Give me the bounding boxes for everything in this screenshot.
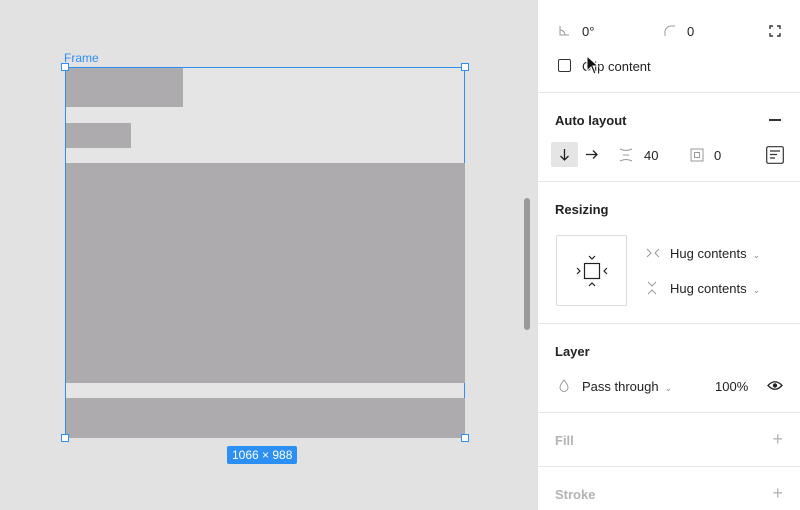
mouse-cursor-icon	[586, 55, 600, 75]
arrow-down-icon	[560, 149, 569, 161]
item-spacing-icon	[619, 148, 633, 162]
fill-section: Fill +	[538, 413, 800, 467]
horizontal-resizing-value: Hug contents	[670, 246, 747, 261]
alignment-settings-icon[interactable]	[766, 146, 784, 164]
corner-radius-icon	[664, 25, 675, 36]
placeholder-block[interactable]	[66, 123, 131, 148]
resize-handle-bottom-right[interactable]	[461, 434, 469, 442]
resizing-preview-box[interactable]	[556, 235, 627, 306]
independent-corners-icon[interactable]	[769, 25, 781, 37]
auto-layout-title: Auto layout	[555, 113, 627, 128]
stroke-title: Stroke	[555, 487, 596, 502]
resizing-title: Resizing	[555, 202, 609, 217]
item-spacing-value[interactable]: 40	[644, 148, 658, 163]
placeholder-block[interactable]	[66, 398, 465, 438]
frame-name-label[interactable]: Frame	[64, 51, 99, 65]
vertical-scrollbar[interactable]	[524, 198, 530, 330]
placeholder-block[interactable]	[66, 163, 465, 383]
chevron-down-icon: ⌄	[752, 250, 761, 260]
auto-layout-section: Auto layout 40 0	[538, 93, 800, 182]
resize-handle-bottom-left[interactable]	[61, 434, 69, 442]
design-panel: 0° 0 Clip content Auto layout 40 0 Resiz…	[537, 0, 800, 510]
blend-mode-drop-icon	[559, 379, 569, 392]
resizing-section: Resizing Hug contents ⌄ Hug contents ⌄	[538, 182, 800, 324]
direction-horizontal-arrow-icon[interactable]	[585, 149, 598, 160]
chevron-down-icon: ⌄	[752, 285, 761, 295]
stroke-section: Stroke +	[538, 467, 800, 510]
clip-content-checkbox[interactable]	[558, 59, 571, 72]
selected-frame[interactable]	[65, 67, 465, 438]
chevron-down-icon: ⌄	[664, 383, 673, 393]
padding-value[interactable]: 0	[714, 148, 721, 163]
blend-mode-value: Pass through	[582, 379, 659, 394]
resize-handle-top-right[interactable]	[461, 63, 469, 71]
add-fill-icon[interactable]: +	[772, 430, 783, 448]
horizontal-resizing-dropdown[interactable]: Hug contents ⌄	[670, 246, 760, 261]
frame-properties-section: 0° 0 Clip content	[538, 0, 800, 93]
eye-icon[interactable]	[767, 380, 783, 391]
remove-auto-layout-icon[interactable]	[769, 119, 781, 121]
resize-handle-top-left[interactable]	[61, 63, 69, 71]
size-badge: 1066 × 988	[227, 446, 298, 464]
placeholder-block[interactable]	[66, 68, 183, 107]
blend-mode-dropdown[interactable]: Pass through ⌄	[582, 379, 672, 394]
padding-icon	[690, 148, 704, 162]
canvas[interactable]: Frame 1066 × 988	[0, 0, 537, 510]
vertical-resizing-dropdown[interactable]: Hug contents ⌄	[670, 281, 760, 296]
fill-title: Fill	[555, 433, 574, 448]
rotation-value[interactable]: 0°	[582, 24, 594, 39]
layer-title: Layer	[555, 344, 590, 359]
direction-vertical-button[interactable]	[551, 142, 578, 167]
opacity-value[interactable]: 100%	[715, 379, 748, 394]
vertical-resizing-value: Hug contents	[670, 281, 747, 296]
hug-contents-diagram-icon	[576, 255, 608, 287]
layer-section: Layer Pass through ⌄ 100%	[538, 324, 800, 413]
vertical-hug-icon	[647, 281, 657, 295]
add-stroke-icon[interactable]: +	[772, 484, 783, 502]
horizontal-hug-icon	[646, 248, 660, 258]
rotation-icon	[559, 26, 569, 36]
corner-radius-value[interactable]: 0	[687, 24, 694, 39]
